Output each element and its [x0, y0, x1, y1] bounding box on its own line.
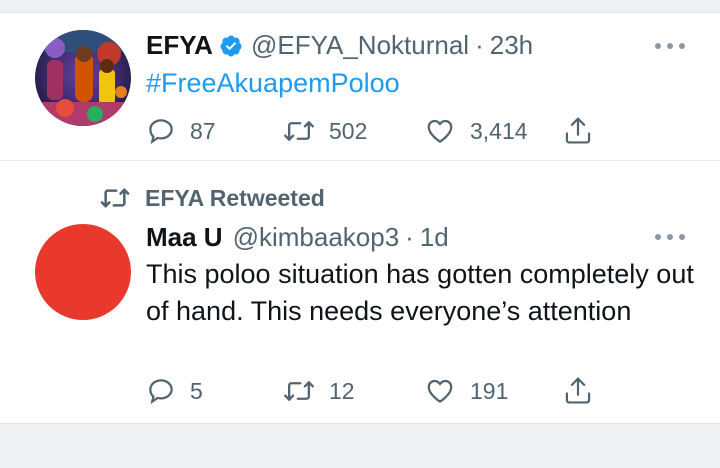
handle[interactable]: @kimbaakop3 — [233, 222, 400, 253]
retweet-icon — [284, 381, 314, 401]
tweet-maa-u[interactable]: Maa U @kimbaakop3 · 1d This poloo situat… — [0, 0, 720, 420]
separator-dot: · — [405, 222, 414, 252]
tweet2-header: Maa U @kimbaakop3 · 1d — [146, 222, 449, 253]
reply-count: 5 — [190, 377, 203, 404]
retweet-button[interactable]: 12 — [283, 376, 355, 406]
bottom-divider — [0, 424, 720, 468]
like-icon — [427, 379, 453, 403]
display-name[interactable]: Maa U — [146, 222, 223, 253]
share-icon — [565, 377, 591, 404]
like-count: 191 — [470, 377, 509, 404]
tweet2-text[interactable]: This poloo situation has gotten complete… — [146, 256, 696, 330]
reply-button[interactable]: 5 — [146, 376, 203, 406]
avatar-maa-u[interactable] — [35, 224, 131, 320]
retweet-count: 12 — [329, 377, 355, 404]
more-icon[interactable] — [655, 232, 685, 242]
like-button[interactable]: 191 — [424, 376, 508, 406]
timestamp[interactable]: 1d — [420, 222, 449, 253]
share-button[interactable] — [563, 375, 607, 407]
reply-icon — [149, 379, 173, 405]
